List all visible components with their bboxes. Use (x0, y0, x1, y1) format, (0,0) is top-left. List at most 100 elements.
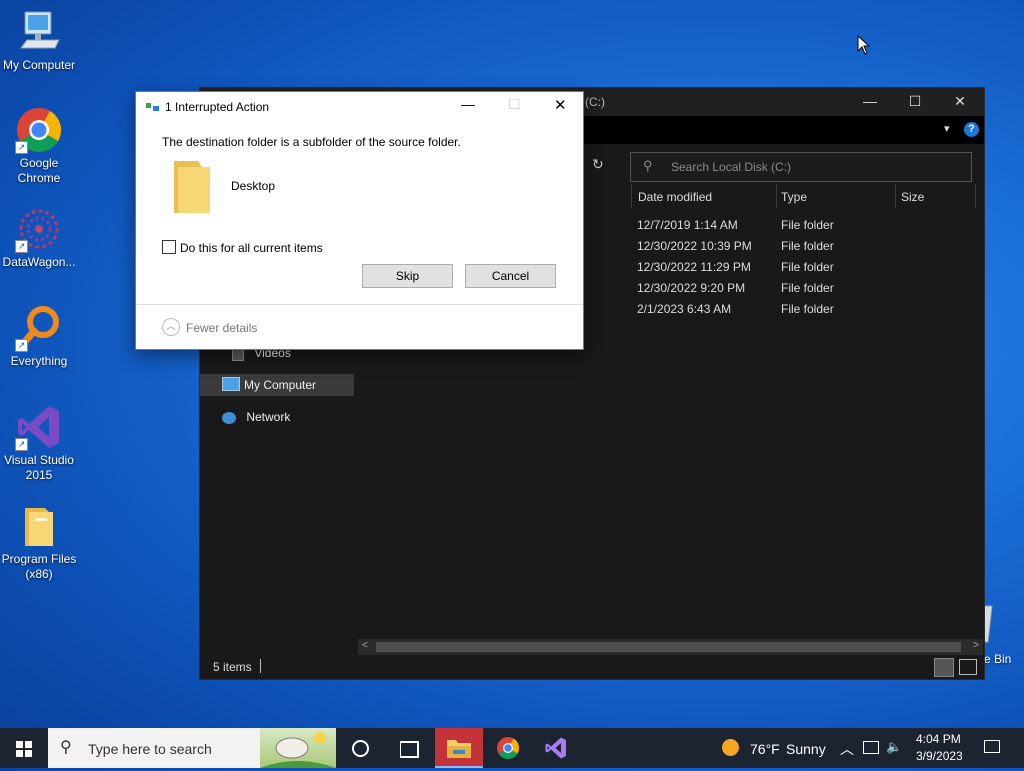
search-icon: ⚲ (643, 158, 653, 173)
taskbar-chrome[interactable] (485, 728, 531, 768)
taskbar: ⚲ Type here to search 76°F Sunny ︿ 🔈 4:0… (0, 728, 1024, 768)
minimize-icon[interactable]: — (860, 93, 880, 111)
desktop-icon-label: Visual Studio 2015 (4, 453, 74, 482)
desktop-icon-program-files[interactable]: Program Files (x86) (0, 502, 78, 582)
folder-icon (447, 740, 471, 758)
help-icon[interactable]: ? (964, 122, 979, 137)
visual-studio-icon: ↗ (15, 403, 63, 451)
fewer-details-link[interactable]: Fewer details (186, 321, 257, 335)
item-count: 5 items (213, 660, 252, 674)
dialog-title: 1 Interrupted Action (165, 100, 270, 114)
nav-item-label: Network (246, 410, 291, 424)
datawagon-icon: ↗ (15, 205, 63, 253)
desktop-icon-google-chrome[interactable]: ↗ Google Chrome (0, 106, 78, 186)
scroll-left-icon[interactable]: < (362, 640, 368, 651)
desktop-icon-everything[interactable]: ↗ Everything (0, 304, 78, 369)
desktop-icon-label: Google Chrome (17, 156, 61, 185)
dialog-separator (136, 304, 583, 305)
row-type: File folder (781, 260, 834, 274)
shortcut-arrow-icon: ↗ (15, 240, 28, 253)
desktop-icon-label: Program Files (x86) (1, 552, 77, 581)
notification-icon (984, 740, 1000, 753)
taskbar-visual-studio[interactable] (533, 728, 579, 768)
status-bar: 5 items (200, 655, 984, 679)
row-date: 12/30/2022 11:29 PM (637, 260, 751, 274)
search-highlight-image (260, 728, 336, 768)
network-icon (222, 411, 236, 424)
dialog-message: The destination folder is a subfolder of… (162, 135, 461, 149)
column-header-size[interactable]: Size (895, 184, 976, 208)
clock-date: 3/9/2023 (916, 749, 963, 763)
desktop-icon-visual-studio[interactable]: ↗ Visual Studio 2015 (0, 403, 78, 483)
mouse-cursor-icon (857, 34, 871, 58)
row-date: 12/7/2019 1:14 AM (637, 218, 738, 232)
large-icons-view-icon[interactable] (959, 659, 977, 675)
start-button[interactable] (0, 728, 48, 768)
apply-all-checkbox[interactable] (162, 240, 176, 254)
skip-button[interactable]: Skip (362, 264, 453, 288)
nav-item-label: My Computer (244, 378, 317, 392)
task-view-icon (400, 741, 419, 758)
maximize-icon: ☐ (508, 96, 521, 112)
folder-icon (15, 502, 63, 550)
scroll-right-icon[interactable]: > (973, 640, 979, 651)
row-date: 12/30/2022 9:20 PM (637, 281, 746, 295)
shortcut-arrow-icon: ↗ (15, 339, 28, 352)
shortcut-arrow-icon: ↗ (15, 141, 28, 154)
refresh-icon[interactable]: ↻ (592, 156, 604, 173)
computer-icon (222, 377, 240, 391)
row-date: 2/1/2023 6:43 AM (637, 302, 732, 316)
task-view-button[interactable] (388, 728, 428, 768)
window-title: (C:) (585, 95, 605, 109)
chrome-icon: ↗ (15, 106, 63, 154)
desktop-icon-label: My Computer (2, 58, 76, 72)
weather-temp: 76°F (750, 741, 780, 757)
notification-center-button[interactable] (976, 728, 1024, 768)
cancel-button[interactable]: Cancel (465, 264, 556, 288)
shortcut-arrow-icon: ↗ (15, 438, 28, 451)
chevron-up-icon[interactable]: ︿ (162, 318, 180, 336)
dialog-title-bar[interactable]: 1 Interrupted Action — ☐ ✕ (136, 92, 583, 120)
sun-icon (722, 739, 739, 756)
row-type: File folder (781, 302, 834, 316)
cortana-button[interactable] (340, 728, 380, 768)
details-view-icon[interactable] (934, 658, 954, 677)
desktop-icon-my-computer[interactable]: My Computer (0, 8, 78, 73)
desktop-icon-label: DataWagon... (2, 255, 76, 269)
chrome-icon (497, 737, 519, 759)
network-icon[interactable] (863, 741, 879, 754)
search-input[interactable]: ⚲ Search Local Disk (C:) (630, 152, 972, 182)
minimize-icon[interactable]: — (461, 96, 475, 112)
interrupted-action-dialog[interactable]: 1 Interrupted Action — ☐ ✕ The destinati… (135, 91, 584, 350)
row-date: 12/30/2022 10:39 PM (637, 239, 752, 253)
desktop-icon-label: Everything (10, 354, 68, 368)
close-icon[interactable]: ✕ (554, 96, 567, 114)
taskbar-file-explorer[interactable] (435, 728, 483, 768)
apply-all-label: Do this for all current items (180, 241, 323, 255)
search-icon: ⚲ (60, 739, 72, 756)
column-header-date-modified[interactable]: Date modified (631, 184, 777, 208)
chevron-up-icon[interactable]: ︿ (840, 739, 854, 759)
everything-search-icon: ↗ (15, 304, 63, 352)
recycle-bin-label: e Bin (984, 652, 1012, 666)
horizontal-scrollbar[interactable]: < > (358, 639, 983, 655)
clock[interactable]: 4:04 PM 3/9/2023 (908, 728, 970, 768)
status-divider (260, 659, 261, 673)
volume-icon[interactable]: 🔈 (886, 739, 902, 755)
scrollbar-thumb[interactable] (376, 642, 961, 652)
computer-icon (15, 8, 63, 56)
row-type: File folder (781, 281, 834, 295)
weather-widget[interactable]: 76°F Sunny (716, 728, 836, 768)
nav-item-network[interactable]: Network (222, 410, 290, 430)
row-type: File folder (781, 218, 834, 232)
taskbar-search-box[interactable]: ⚲ Type here to search (48, 728, 336, 768)
desktop-icon-datawagon[interactable]: ↗ DataWagon... (0, 205, 78, 270)
search-placeholder: Search Local Disk (C:) (671, 160, 792, 174)
nav-item-my-computer[interactable]: My Computer (200, 374, 354, 396)
chevron-down-icon[interactable]: ▾ (944, 122, 950, 135)
close-icon[interactable]: ✕ (950, 93, 970, 111)
folder-name: Desktop (231, 179, 276, 193)
column-header-type[interactable]: Type (775, 184, 896, 208)
weather-condition: Sunny (786, 741, 826, 757)
maximize-icon[interactable]: ☐ (905, 93, 925, 111)
